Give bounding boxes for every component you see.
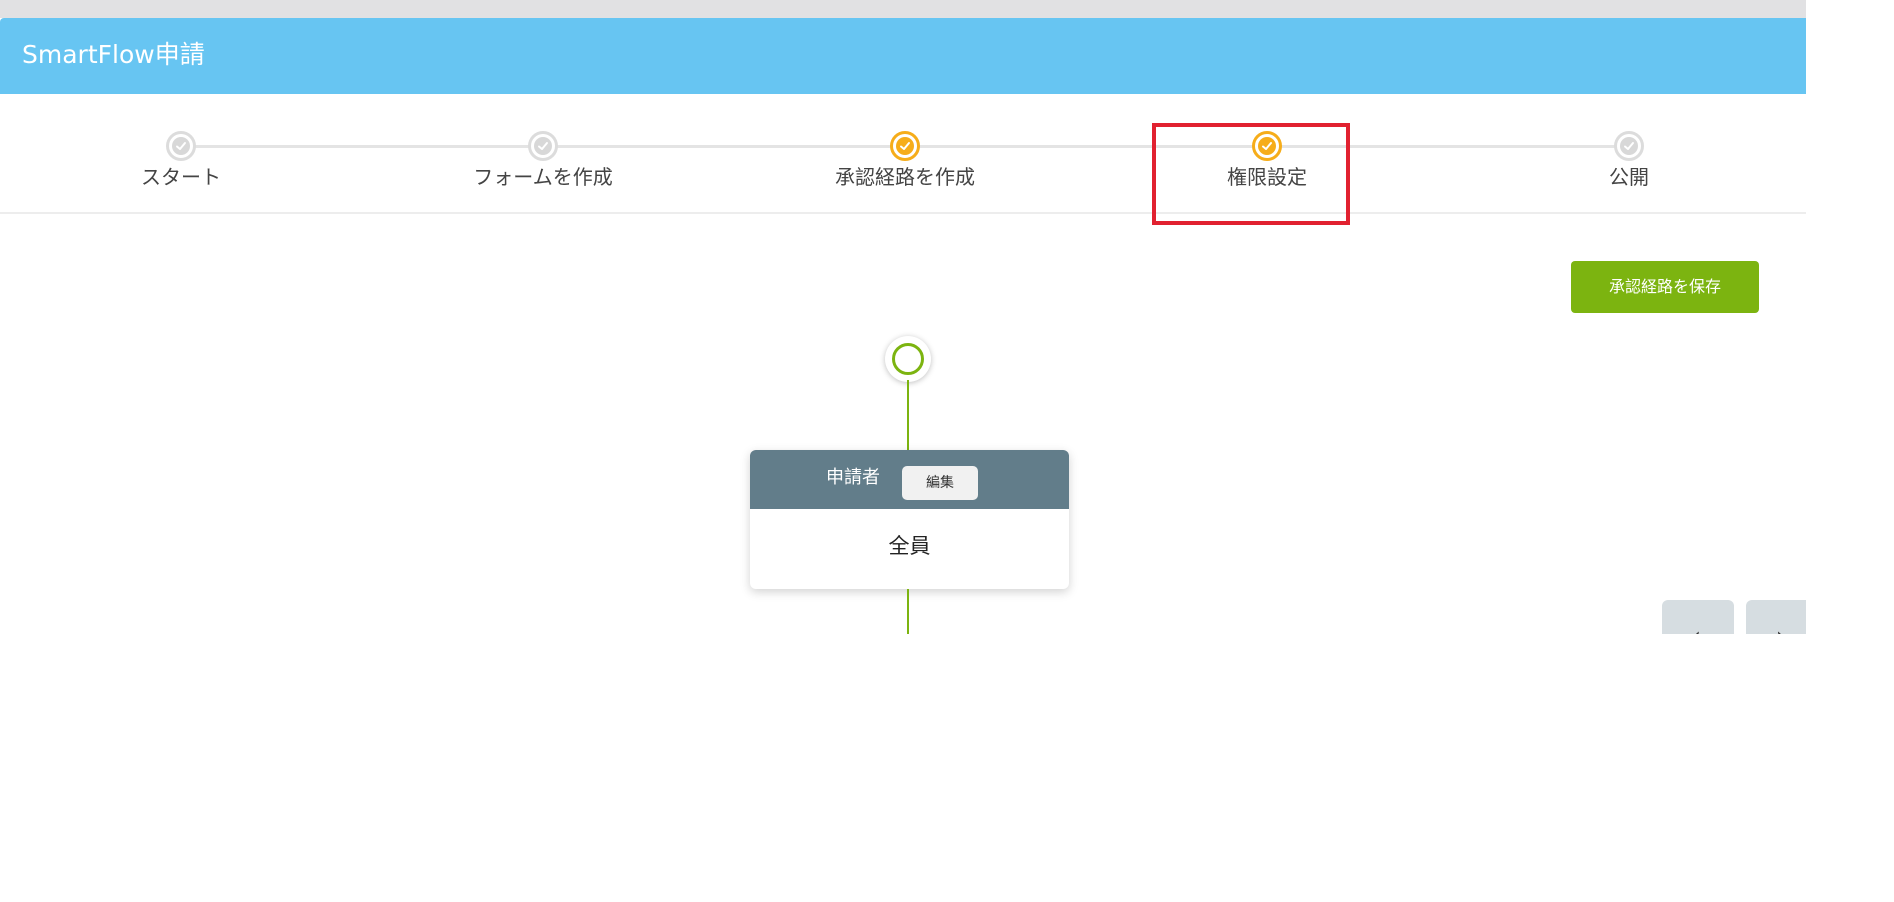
next-button[interactable]: › <box>1746 600 1806 634</box>
step-publish[interactable]: 公開 <box>1448 94 1806 214</box>
step-check-icon <box>528 131 558 161</box>
app-window: SmartFlow申請 スタート フォームを作成 承認経路を作成 権限設定 公開… <box>0 0 1806 634</box>
flow-connector-top <box>907 380 909 450</box>
step-label: 承認経路を作成 <box>835 165 975 189</box>
screen: SmartFlow申請 スタート フォームを作成 承認経路を作成 権限設定 公開… <box>0 0 1894 902</box>
step-label: スタート <box>141 165 221 189</box>
step-check-icon <box>166 131 196 161</box>
stepper: スタート フォームを作成 承認経路を作成 権限設定 公開 <box>0 94 1806 214</box>
step-create-form[interactable]: フォームを作成 <box>362 94 724 214</box>
step-label: 公開 <box>1609 165 1649 189</box>
step-check-icon <box>890 131 920 161</box>
chevron-left-icon: ‹ <box>1692 626 1701 635</box>
top-strip <box>0 0 1806 18</box>
start-circle-icon <box>892 343 924 375</box>
chevron-right-icon: › <box>1776 626 1785 635</box>
highlight-annotation <box>1152 123 1350 225</box>
app-header: SmartFlow申請 <box>0 18 1806 94</box>
prev-button[interactable]: ‹ <box>1662 600 1734 634</box>
flow-connector-bottom <box>907 589 909 634</box>
step-start[interactable]: スタート <box>0 94 362 214</box>
applicant-node-card: 申請者 編集 全員 <box>750 450 1069 589</box>
save-approval-route-button[interactable]: 承認経路を保存 <box>1571 261 1759 313</box>
step-label: フォームを作成 <box>473 165 613 189</box>
app-title: SmartFlow申請 <box>22 40 205 69</box>
step-check-icon <box>1614 131 1644 161</box>
node-title: 申請者 <box>826 467 880 488</box>
node-card-header: 申請者 編集 <box>750 450 1069 509</box>
edit-node-button[interactable]: 編集 <box>902 466 978 500</box>
flow-start-node <box>885 336 931 382</box>
node-assignee: 全員 <box>888 534 931 558</box>
step-create-approval-route[interactable]: 承認経路を作成 <box>724 94 1086 214</box>
